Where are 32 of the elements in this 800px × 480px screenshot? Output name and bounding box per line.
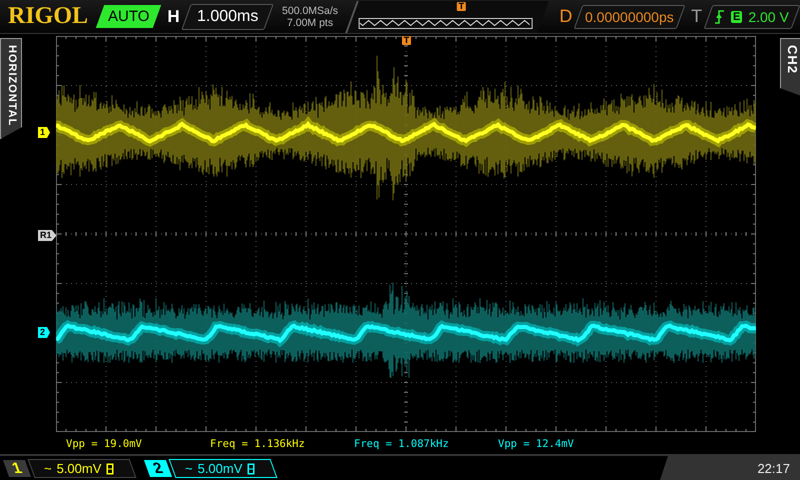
channel-number[interactable]: 2	[144, 460, 172, 476]
measurement-readout: Freq = 1.087kHz	[354, 438, 450, 450]
trigger-source: E	[731, 10, 743, 22]
measurement-readout: Vpp = 12.4mV	[498, 438, 575, 450]
delay-label: D	[559, 6, 572, 27]
trigger-label: T	[691, 6, 702, 27]
channel-marker[interactable]: R1	[38, 230, 57, 241]
horizontal-tab[interactable]: HORIZONTAL	[0, 38, 22, 140]
trigger-level: 2.00 V	[748, 8, 789, 24]
timebase-readout[interactable]: 1.000ms	[180, 4, 274, 30]
bandwidth-limit-icon	[248, 462, 256, 474]
channel-marker[interactable]: 2	[38, 327, 50, 338]
channel-scale-readout[interactable]: ~ 5.00mV	[168, 458, 278, 478]
channel-2-tab[interactable]: CH2	[780, 38, 800, 98]
sample-rate: 500.0MSa/s	[281, 4, 340, 16]
channel-number[interactable]: 1	[2, 460, 32, 476]
channel-scale-readout[interactable]: ~ 5.00mV	[28, 458, 137, 478]
brand-logo: RIGOL	[8, 3, 88, 30]
bandwidth-limit-icon	[106, 462, 114, 474]
trigger-position-marker: T	[402, 36, 411, 45]
wave-overview-icon	[360, 18, 530, 26]
trigger-readout[interactable]: E 2.00 V	[704, 4, 800, 28]
trigger-position-marker: T	[456, 2, 466, 10]
delay-readout[interactable]: 0.00000000ps	[574, 4, 686, 28]
horizontal-label: H	[167, 6, 180, 26]
rising-edge-icon	[715, 10, 726, 24]
channel-marker[interactable]: 1	[38, 127, 50, 138]
measurement-readout: Freq = 1.136kHz	[210, 438, 306, 450]
clock: 22:17	[757, 460, 790, 476]
trigger-status: AUTO	[96, 5, 162, 28]
memory-depth: 7.00M pts	[286, 16, 334, 28]
measurement-readout: Vpp = 19.0mV	[66, 438, 143, 450]
